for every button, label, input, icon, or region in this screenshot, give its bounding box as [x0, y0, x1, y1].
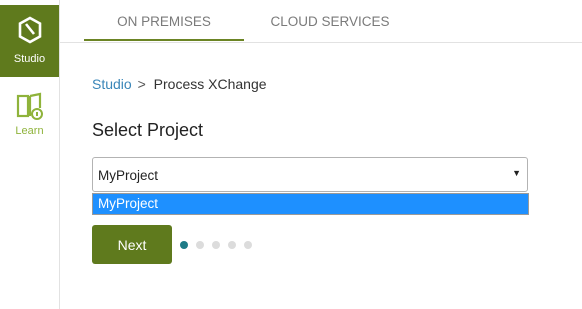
sidebar-item-learn[interactable]: Learn [0, 86, 59, 144]
page-title: Select Project [92, 120, 204, 140]
tab-bar: ON PREMISES CLOUD SERVICES [60, 0, 582, 43]
step-dot [228, 241, 236, 249]
sidebar: Studio Learn [0, 0, 60, 309]
project-dropdown-list: MyProject [92, 193, 529, 215]
step-dot-active [180, 241, 188, 249]
breadcrumb-link-studio[interactable]: Studio [92, 76, 132, 92]
project-select[interactable]: MyProject ▼ [92, 157, 528, 192]
studio-hexagon-icon [18, 16, 42, 44]
sidebar-item-label: Learn [15, 125, 44, 137]
step-dot [244, 241, 252, 249]
project-select-value: MyProject [98, 168, 159, 183]
sidebar-item-label: Studio [13, 53, 46, 65]
sidebar-item-studio[interactable]: Studio [0, 5, 59, 77]
step-dot [196, 241, 204, 249]
step-dot [212, 241, 220, 249]
project-option[interactable]: MyProject [93, 194, 528, 214]
next-button[interactable]: Next [92, 225, 172, 264]
learn-book-icon [16, 92, 43, 120]
tab-cloud-services[interactable]: CLOUD SERVICES [250, 0, 410, 41]
breadcrumb-current: Process XChange [153, 76, 267, 92]
breadcrumb: Studio > Process XChange [92, 76, 267, 92]
dropdown-arrow-icon: ▼ [512, 168, 521, 178]
breadcrumb-separator: > [137, 76, 146, 92]
tab-on-premises[interactable]: ON PREMISES [84, 0, 244, 41]
